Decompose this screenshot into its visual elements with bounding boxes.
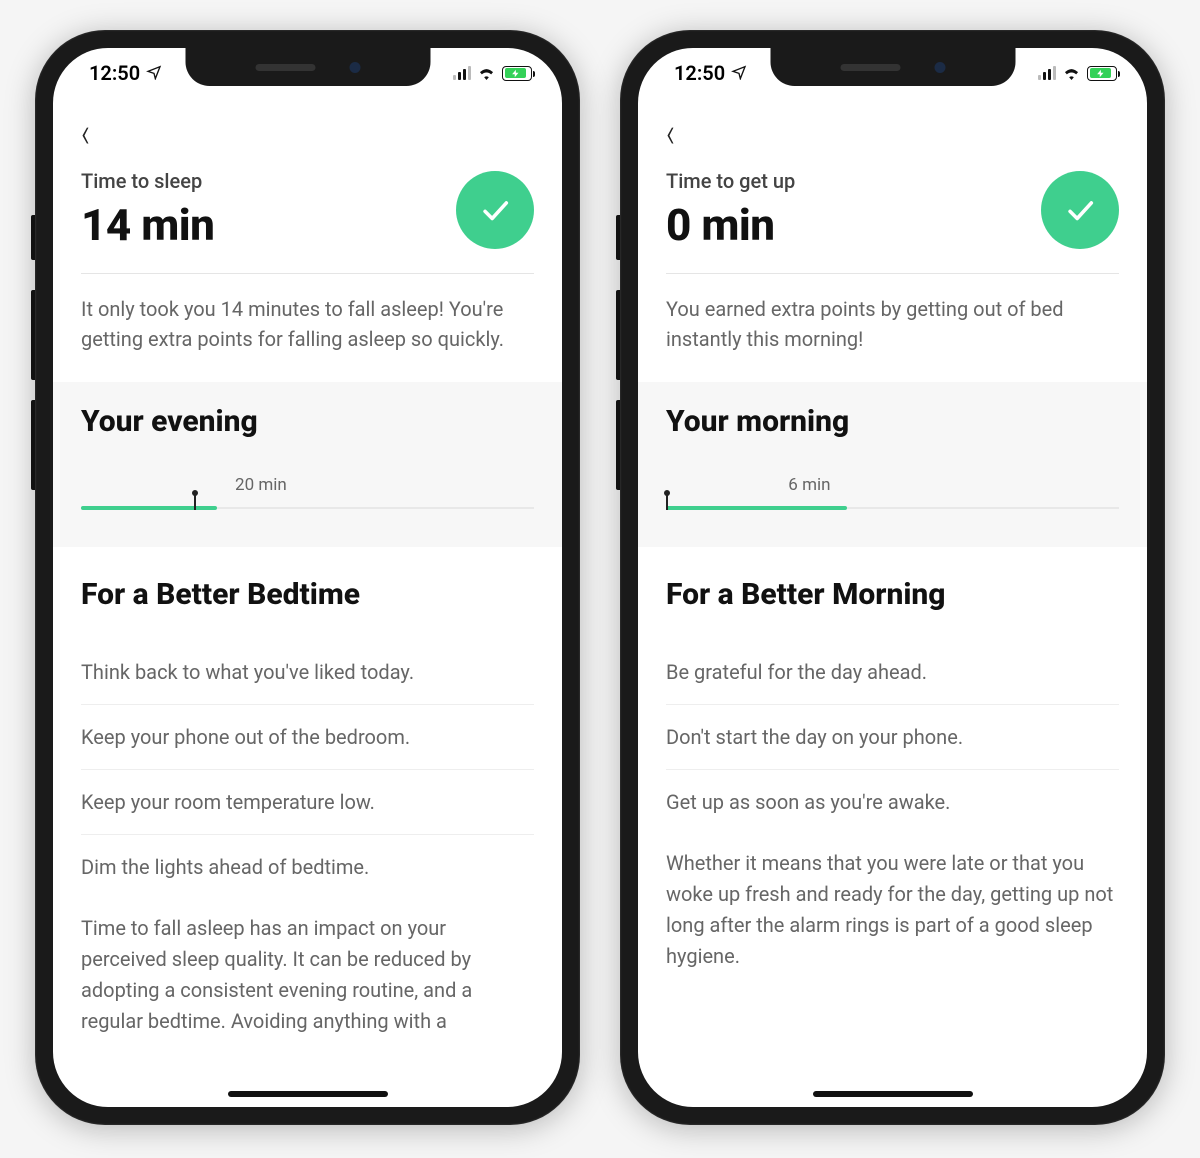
- location-icon: [731, 61, 747, 85]
- wifi-icon: [1062, 61, 1081, 85]
- notch: [185, 48, 430, 86]
- check-icon: [478, 193, 512, 227]
- metric-description: You earned extra points by getting out o…: [666, 274, 1119, 382]
- status-badge: [456, 171, 534, 249]
- tip-item: Keep your phone out of the bedroom.: [81, 705, 534, 770]
- cellular-icon: [453, 66, 471, 80]
- timeline-marker-label: 20 min: [235, 475, 287, 495]
- metric-header: Time to get up 0 min: [666, 161, 1119, 273]
- tips-title: For a Better Morning: [666, 547, 1119, 640]
- battery-icon: [502, 66, 532, 81]
- tips-list: Be grateful for the day ahead. Don't sta…: [666, 640, 1119, 834]
- metric-value: 14 min: [81, 199, 214, 251]
- timeline-chart: 6 min: [666, 473, 1119, 513]
- location-icon: [146, 61, 162, 85]
- tip-item: Be grateful for the day ahead.: [666, 640, 1119, 705]
- tip-item: Keep your room temperature low.: [81, 770, 534, 835]
- wifi-icon: [477, 61, 496, 85]
- timeline-marker: [194, 494, 196, 510]
- timeline-marker-label: 6 min: [788, 475, 830, 495]
- phone-frame-right: 12:50 ‹: [620, 30, 1165, 1125]
- timeline-fill: [666, 506, 847, 510]
- cellular-icon: [1038, 66, 1056, 80]
- back-button[interactable]: ‹: [666, 109, 675, 158]
- explanation-text: Time to fall asleep has an impact on you…: [81, 899, 534, 1037]
- tips-title: For a Better Bedtime: [81, 547, 534, 640]
- metric-header: Time to sleep 14 min: [81, 161, 534, 273]
- home-indicator[interactable]: [813, 1091, 973, 1097]
- phone-frame-left: 12:50 ‹: [35, 30, 580, 1125]
- status-badge: [1041, 171, 1119, 249]
- explanation-text: Whether it means that you were late or t…: [666, 834, 1119, 972]
- metric-description: It only took you 14 minutes to fall asle…: [81, 274, 534, 382]
- metric-value: 0 min: [666, 199, 795, 251]
- timeline-section: Your evening 20 min: [53, 382, 562, 547]
- tip-item: Dim the lights ahead of bedtime.: [81, 835, 534, 899]
- home-indicator[interactable]: [228, 1091, 388, 1097]
- timeline-marker: [666, 494, 668, 510]
- section-title: Your morning: [666, 404, 1119, 439]
- check-icon: [1063, 193, 1097, 227]
- timeline-chart: 20 min: [81, 473, 534, 513]
- tip-item: Think back to what you've liked today.: [81, 640, 534, 705]
- timeline-section: Your morning 6 min: [638, 382, 1147, 547]
- section-title: Your evening: [81, 404, 534, 439]
- status-time: 12:50: [89, 61, 140, 85]
- metric-label: Time to sleep: [81, 169, 214, 193]
- tip-item: Don't start the day on your phone.: [666, 705, 1119, 770]
- back-button[interactable]: ‹: [81, 109, 90, 158]
- tips-list: Think back to what you've liked today. K…: [81, 640, 534, 899]
- screen-right: 12:50 ‹: [638, 48, 1147, 1107]
- battery-icon: [1087, 66, 1117, 81]
- tip-item: Get up as soon as you're awake.: [666, 770, 1119, 834]
- metric-label: Time to get up: [666, 169, 795, 193]
- notch: [770, 48, 1015, 86]
- status-time: 12:50: [674, 61, 725, 85]
- timeline-fill: [81, 506, 217, 510]
- screen-left: 12:50 ‹: [53, 48, 562, 1107]
